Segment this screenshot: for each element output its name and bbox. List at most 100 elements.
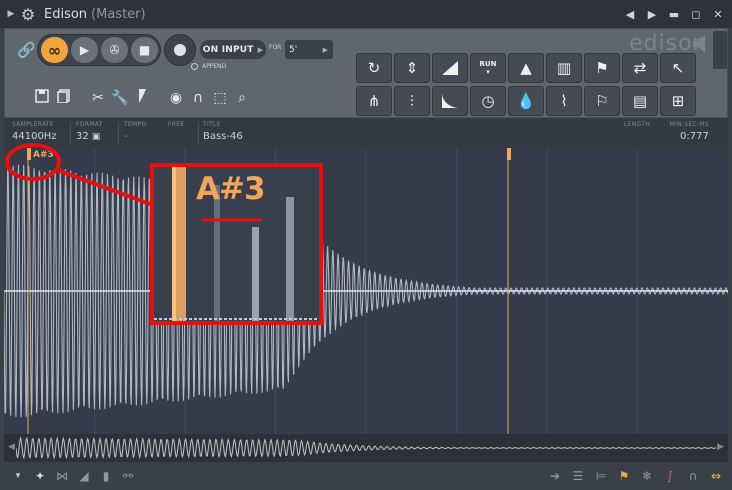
blur-icon[interactable]: ▲ [508,53,544,83]
copy-icon[interactable] [53,89,75,107]
play-button[interactable]: ▶ [71,37,98,63]
window-controls: ◀ ▶ ▬ ◻ ✕ [620,0,728,28]
previous-icon[interactable]: ◀ [620,8,640,21]
next-icon[interactable]: ▶ [642,8,662,21]
select-all-icon[interactable]: ⬚ [209,90,231,106]
toolbar: 🔗 ∞ ▶ ✇ ■ ON INPUT ▶ FOR 5' ▶ APPEND edi… [4,28,728,118]
title-bar: ▶ ⚙ Edison (Master) ◀ ▶ ▬ ◻ ✕ [0,0,732,28]
bottom-left-tools: ▾ ✦ ⋈ ◢ ▮ ⚯ [8,462,138,490]
arrow-right-icon[interactable]: ➔ [545,469,565,483]
expand-icon[interactable]: ⇔ [706,469,726,483]
radio-icon [191,63,198,70]
brush-icon[interactable]: ⌇ [546,86,582,116]
cursor-icon[interactable]: ↖ [660,53,696,83]
curve-icon[interactable]: ∫ [660,469,680,483]
free-field: FREE [168,121,184,128]
swap-icon[interactable]: ⇄ [622,53,658,83]
bookmark-icon[interactable]: ⋈ [52,469,72,483]
for-duration-field[interactable]: 5' ▶ [285,40,333,59]
minsec-label: MIN:SEC:MS [669,121,709,128]
loop-button[interactable]: ∞ [41,37,68,63]
overview-trace [16,436,716,460]
spectrum-icon[interactable]: ▥ [546,53,582,83]
eye-icon[interactable]: ◉ [165,90,187,106]
format-value: 32 [76,131,89,142]
info-row: SAMPLERATE 44100Hz FORMAT 32 ▣ TEMPO - F… [4,118,728,148]
gear-icon[interactable]: ⚙ [18,5,38,24]
bottom-toolbar: ▾ ✦ ⋈ ◢ ▮ ⚯ ➔ ☰ ⊨ ⚑ ❄ ∫ ∩ ⇔ [0,462,732,490]
zoom-callout: A#3 [150,163,323,325]
zoom-icon[interactable]: ⌕ [231,90,253,106]
tool-grid: ↻ ⇕ RUN ▾ ▲ ▥ ⚑ ⇄ ↖ ⋔ ⫶ ◷ 💧 ⌇ ⚐ ▤ ⊞ [356,53,696,116]
close-icon[interactable]: ✕ [708,8,728,21]
drop-icon[interactable]: 💧 [508,86,544,116]
append-toggle[interactable]: APPEND [191,63,226,70]
slice-icon[interactable]: ⚐ [584,86,620,116]
magnet-icon[interactable]: ∩ [187,90,209,106]
scroll-left-icon[interactable]: ◀ [8,442,15,452]
run-label: RUN [479,60,497,68]
save-icon[interactable]: ▤ [622,86,658,116]
title-field[interactable]: TITLE Bass-46 [203,121,243,142]
marker-icon[interactable] [131,89,153,107]
waveform-svg [4,148,728,434]
volume-slider[interactable] [713,31,727,69]
wrench-icon[interactable]: 🔧 [109,90,131,106]
tuning-fork-icon[interactable]: ⋔ [356,86,392,116]
fade-icon[interactable]: ◢ [74,469,94,483]
tool-row: ✂ 🔧 ◉ ∩ ⬚ ⌕ [31,89,253,107]
waveform-view-icon[interactable]: ✦ [30,469,50,483]
fade-in-icon[interactable] [432,53,468,83]
scissors-icon[interactable]: ✂ [87,90,109,106]
on-input-label: ON INPUT [202,44,254,55]
for-label: FOR [269,44,282,51]
maximize-icon[interactable]: ◻ [686,8,706,21]
rotate-icon[interactable]: ↻ [356,53,392,83]
stop-button[interactable]: ■ [131,37,158,63]
marker-handle [507,148,511,160]
bottom-right-tools: ➔ ☰ ⊨ ⚑ ❄ ∫ ∩ ⇔ [545,462,726,490]
align-icon[interactable]: ☰ [568,469,588,483]
samplerate-label: SAMPLERATE [12,121,54,128]
overview-wave [16,436,716,460]
noise-icon[interactable]: ⫶ [394,86,430,116]
dropdown-icon[interactable]: ▾ [8,471,28,481]
for-value: 5' [289,44,298,55]
pattern-button[interactable]: ✇ [101,37,128,63]
window-subtitle: (Master) [91,6,146,22]
save-icon[interactable] [31,89,53,107]
on-input-select[interactable]: ON INPUT ▶ [200,40,266,59]
flag-icon[interactable]: ⚑ [614,469,634,483]
record-button[interactable] [164,34,196,66]
clipboard-icon[interactable]: ▣ [92,132,101,142]
waveform-area[interactable]: A#3 [4,148,728,434]
speaker-icon [693,35,705,53]
normalize-icon[interactable]: ⇕ [394,53,430,83]
chevron-right-icon: ▶ [257,45,264,54]
trim-icon[interactable]: ▮ [96,469,116,483]
menu-arrow-icon[interactable]: ▶ [4,9,18,19]
tempo-value: - [124,131,128,142]
length-label: LENGTH [624,121,651,128]
record-icon [174,44,186,56]
overview-scrollbar[interactable]: ◀ ▶ [4,434,728,462]
marker-add-icon[interactable]: ⚑ [584,53,620,83]
run-button[interactable]: RUN ▾ [470,53,506,83]
minimize-icon[interactable]: ▬ [664,8,684,21]
samplerate-field: SAMPLERATE 44100Hz [12,121,57,142]
link-chain-icon[interactable]: ⚯ [118,469,138,483]
magnet-icon[interactable]: ∩ [683,469,703,483]
minsec-field: MIN:SEC:MS 0:777 [662,121,709,142]
zoom-marker-label: A#3 [196,171,266,207]
snap-icon[interactable]: ⊨ [591,469,611,483]
link-icon[interactable]: 🔗 [17,41,36,59]
fade-out-icon[interactable] [432,86,468,116]
clock-icon[interactable]: ◷ [470,86,506,116]
marker-label[interactable]: A#3 [33,150,54,160]
snowflake-icon[interactable]: ❄ [637,469,657,483]
title-value: Bass-46 [203,131,243,142]
format-field[interactable]: FORMAT 32 ▣ [76,121,103,142]
length-field: LENGTH [624,121,650,128]
scroll-right-icon[interactable]: ▶ [717,442,724,452]
piano-roll-icon[interactable]: ⊞ [660,86,696,116]
